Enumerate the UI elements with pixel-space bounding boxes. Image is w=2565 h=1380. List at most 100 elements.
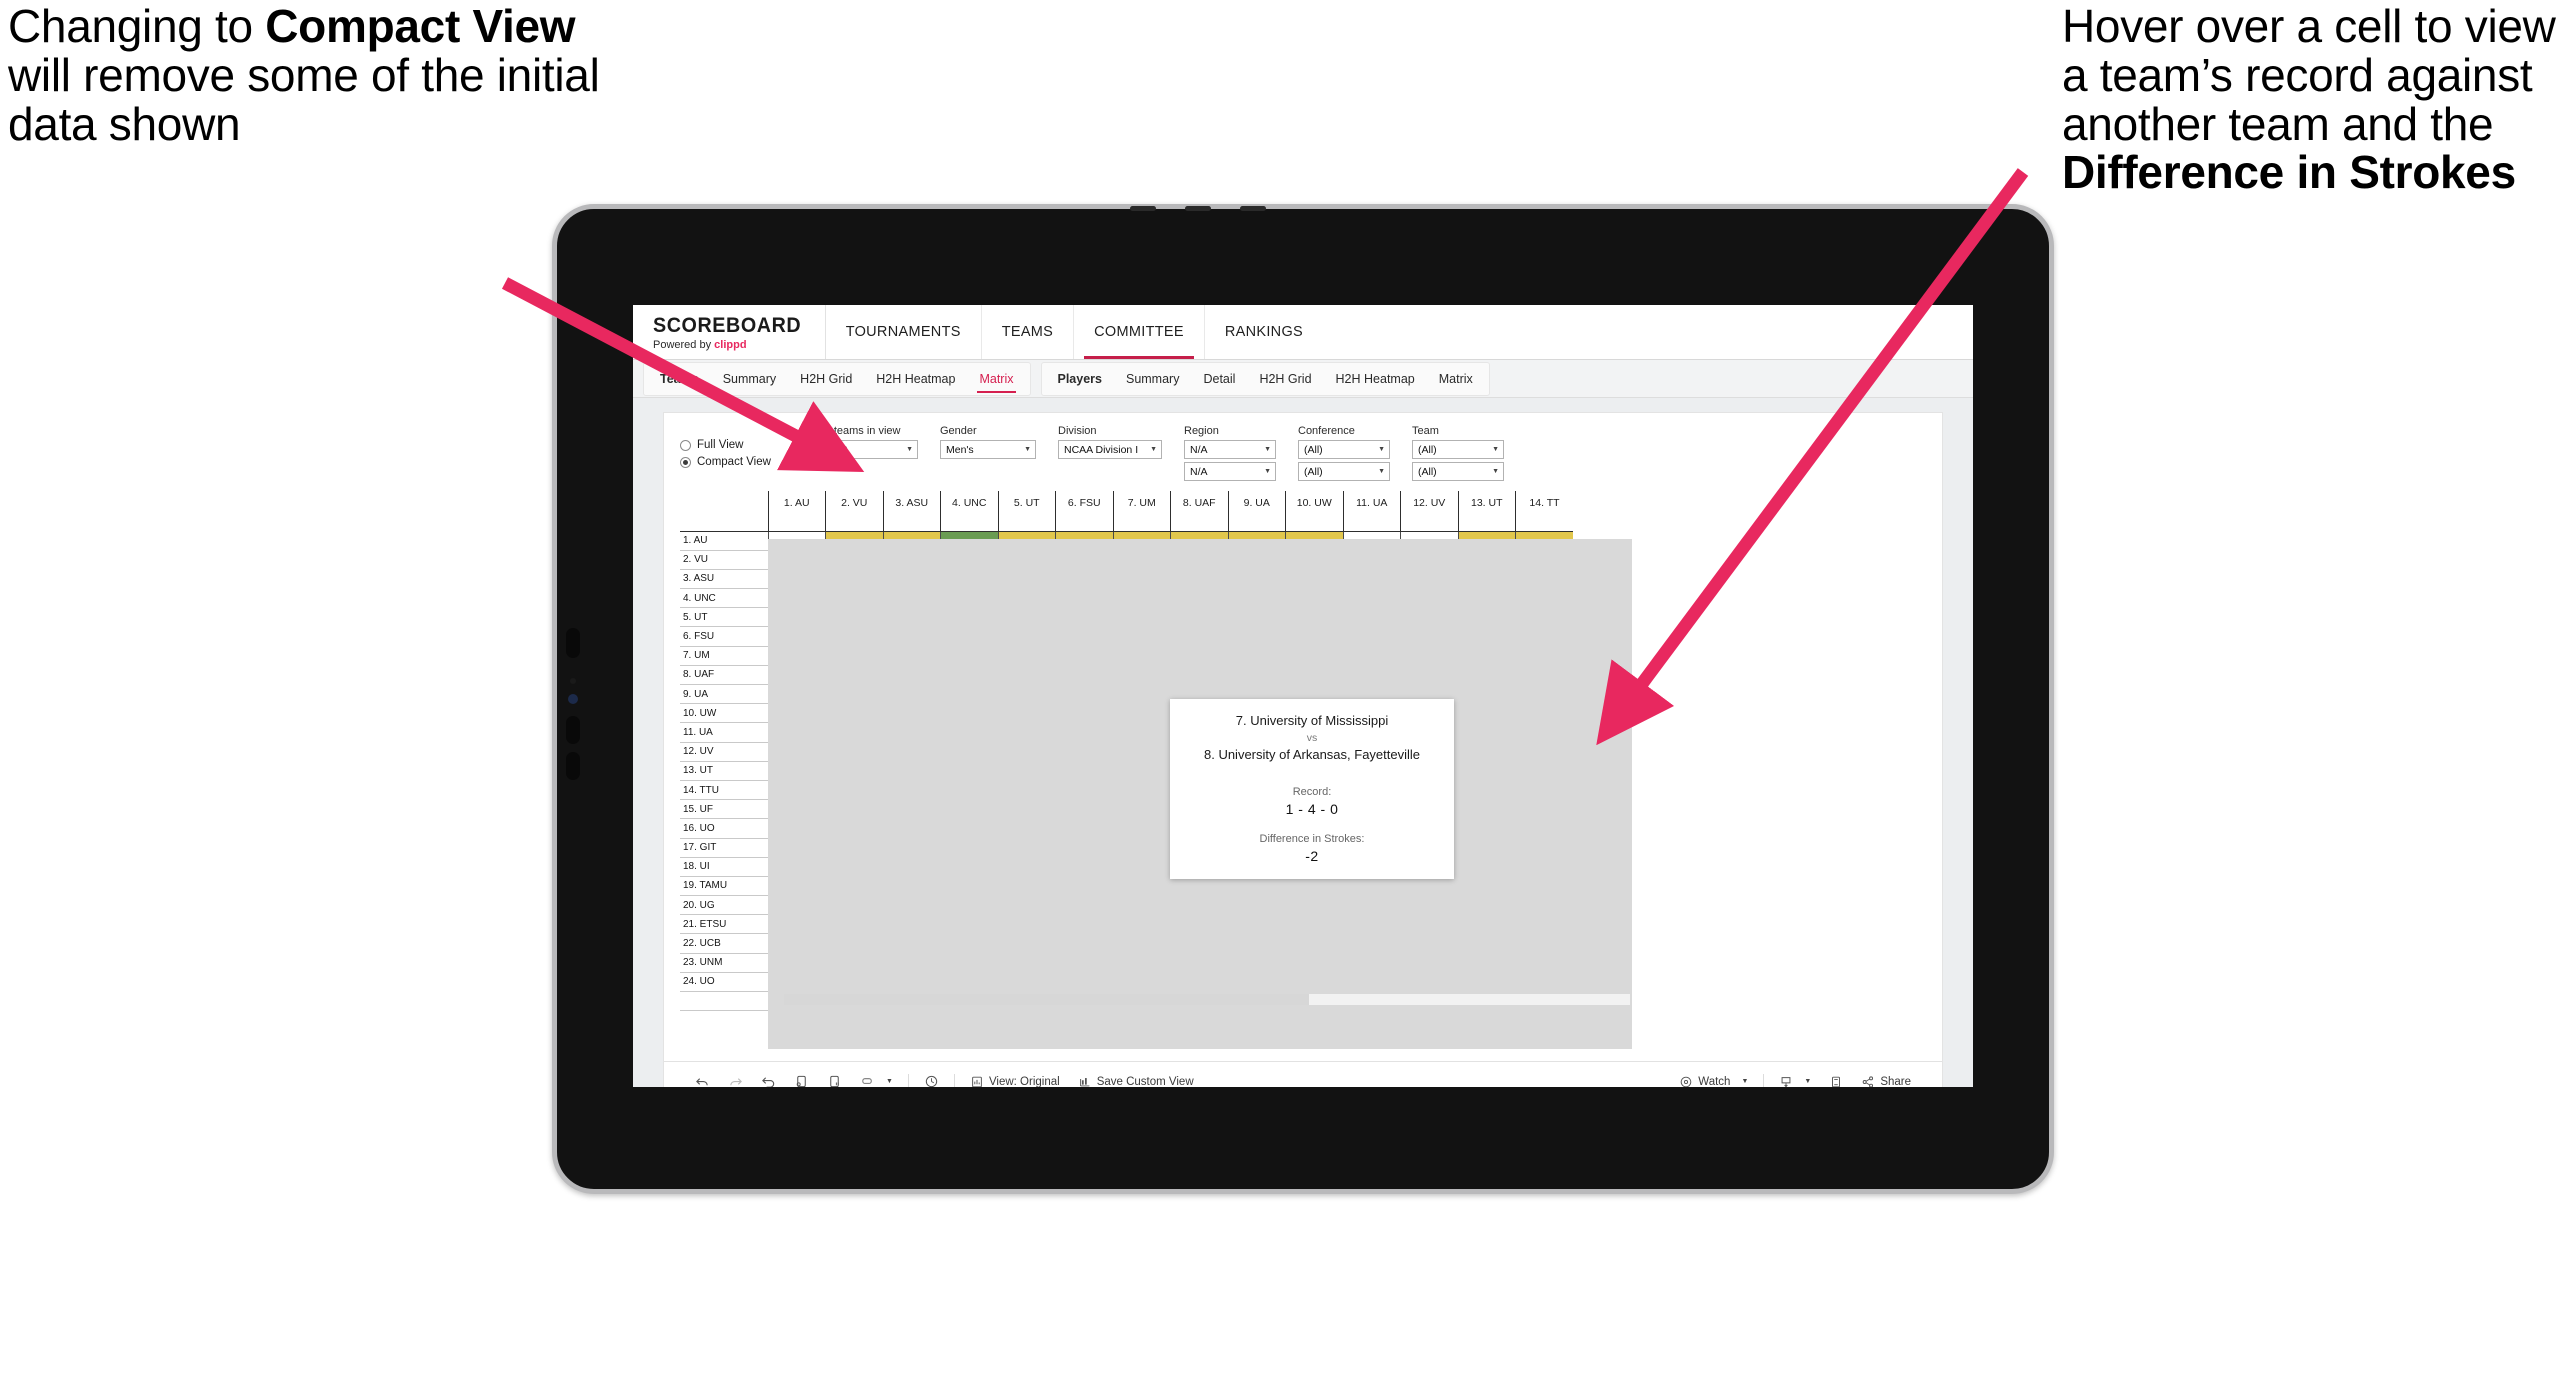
matrix-row-header[interactable]: 11. UA xyxy=(680,722,768,743)
select-value-team-2: (All) xyxy=(1418,465,1437,478)
matrix-column-header[interactable]: 13. UT xyxy=(1457,491,1516,532)
topnav-item-committee[interactable]: COMMITTEE xyxy=(1074,305,1205,359)
topnav-item-tournaments[interactable]: TOURNAMENTS xyxy=(826,305,982,359)
select-conference-1[interactable]: (All) ▼ xyxy=(1298,440,1390,459)
chevron-down-icon: ▼ xyxy=(906,446,913,453)
select-team-2[interactable]: (All) ▼ xyxy=(1412,462,1504,481)
matrix-row-header[interactable]: 1. AU xyxy=(680,531,768,551)
matrix-row-header[interactable]: 2. VU xyxy=(680,550,768,570)
undo-button[interactable] xyxy=(686,1074,719,1087)
matrix-grid-area: 1. AU 2. VU 3. ASU 4. UNC 5. UT 6. FSU 7. UM 8.… xyxy=(680,491,1934,1049)
matrix-row-header[interactable]: 4. UNC xyxy=(680,588,768,609)
visualization-wrapper: Full View Compact View Max teams in view… xyxy=(633,398,1973,1087)
radio-icon-compact-view[interactable] xyxy=(680,456,691,468)
subnav-item-teams-matrix[interactable]: Matrix xyxy=(967,363,1025,395)
matrix-row-header[interactable]: 22. UCB xyxy=(680,933,768,954)
tablet-speaker-3 xyxy=(1240,206,1266,211)
matrix-row-header[interactable]: 10. UW xyxy=(680,703,768,724)
matrix-column-header[interactable]: 1. AU xyxy=(767,491,826,532)
matrix-row-header[interactable]: 24. UO xyxy=(680,972,768,993)
matrix-column-header[interactable]: 5. UT xyxy=(997,491,1056,532)
radio-compact-view[interactable]: Compact View xyxy=(680,456,788,468)
radio-full-view[interactable]: Full View xyxy=(680,439,788,451)
matrix-row-header[interactable]: 19. TAMU xyxy=(680,876,768,897)
view-original-button[interactable]: View: Original xyxy=(961,1075,1069,1087)
matrix-row-header[interactable]: 6. FSU xyxy=(680,626,768,647)
refresh-button[interactable] xyxy=(785,1074,818,1087)
select-region-1[interactable]: N/A ▼ xyxy=(1184,440,1276,459)
fullscreen-button[interactable] xyxy=(1820,1075,1852,1088)
horizontal-scrollbar[interactable] xyxy=(784,994,1630,1005)
subnav-item-players-matrix[interactable]: Matrix xyxy=(1427,363,1485,395)
matrix-column-header[interactable]: 14. TT xyxy=(1515,491,1573,532)
subnav-label: Summary xyxy=(722,371,777,386)
matrix-row-header[interactable]: 8. UAF xyxy=(680,665,768,686)
select-conference-2[interactable]: (All) ▼ xyxy=(1298,462,1390,481)
save-custom-view-label: Save Custom View xyxy=(1096,1075,1194,1088)
select-max-teams[interactable]: Top 50 ▼ xyxy=(810,440,918,459)
select-division[interactable]: NCAA Division I ▼ xyxy=(1058,440,1162,459)
select-team-1[interactable]: (All) ▼ xyxy=(1412,440,1504,459)
tooltip-record-value: 1 - 4 - 0 xyxy=(1285,800,1339,817)
matrix-column-header[interactable]: 11. UA xyxy=(1342,491,1401,532)
topnav-item-teams[interactable]: TEAMS xyxy=(982,305,1075,359)
pause-autoupdate-button[interactable] xyxy=(915,1074,948,1087)
matrix-row-header[interactable]: 17. GIT xyxy=(680,838,768,858)
matrix-column-header[interactable]: 10. UW xyxy=(1285,491,1343,532)
view-mode-radio-group[interactable]: Full View Compact View xyxy=(680,425,788,468)
filter-conference: Conference (All) ▼ (All) ▼ xyxy=(1298,425,1390,481)
revert-button[interactable] xyxy=(752,1074,785,1087)
subnav-item-teams-summary[interactable]: Summary xyxy=(711,363,788,395)
topnav-item-rankings[interactable]: RANKINGS xyxy=(1205,305,1323,359)
matrix-row-header[interactable]: 14. TTU xyxy=(680,780,768,801)
matrix-column-header[interactable]: 8. UAF xyxy=(1170,491,1228,532)
radio-icon-full-view[interactable] xyxy=(680,439,691,451)
select-region-2[interactable]: N/A ▼ xyxy=(1184,462,1276,481)
subnav-item-players-detail[interactable]: Detail xyxy=(1191,363,1247,395)
matrix-column-header[interactable]: 7. UM xyxy=(1112,491,1171,532)
share-button[interactable]: Share xyxy=(1852,1075,1920,1087)
matrix-row-header[interactable]: 7. UM xyxy=(680,646,768,666)
matrix-column-header[interactable]: 2. VU xyxy=(825,491,883,532)
subnav-item-teams-h2h-grid[interactable]: H2H Grid xyxy=(788,363,864,395)
subnav-item-players-h2h-grid[interactable]: H2H Grid xyxy=(1247,363,1323,395)
matrix-row-header[interactable]: 23. UNM xyxy=(680,953,768,973)
download-button[interactable]: ▼ xyxy=(1770,1075,1820,1088)
scrollbar-thumb[interactable] xyxy=(784,994,1309,1005)
subnav-item-teams-h2h-heatmap[interactable]: H2H Heatmap xyxy=(864,363,967,395)
matrix-column-header[interactable]: 4. UNC xyxy=(940,491,998,532)
matrix-column-header[interactable]: 12. UV xyxy=(1400,491,1458,532)
matrix-row-header[interactable]: 3. ASU xyxy=(680,569,768,590)
filter-max-teams: Max teams in view Top 50 ▼ xyxy=(810,425,918,459)
matrix-row-header[interactable]: 18. UI xyxy=(680,857,768,877)
matrix-column-header[interactable]: 9. UA xyxy=(1227,491,1286,532)
matrix-column-header[interactable]: 6. FSU xyxy=(1055,491,1113,532)
matrix-row-header[interactable]: 13. UT xyxy=(680,761,768,781)
matrix-row-header[interactable]: 20. UG xyxy=(680,895,768,916)
watch-button[interactable]: Watch ▼ xyxy=(1670,1075,1757,1087)
highlight-dropdown-button[interactable]: ▼ xyxy=(851,1074,902,1087)
matrix-column-header[interactable]: 3. ASU xyxy=(882,491,941,532)
matrix-row-header[interactable]: 21. ETSU xyxy=(680,914,768,935)
tooltip-team-b: 8. University of Arkansas, Fayetteville xyxy=(1203,747,1421,763)
subnav-item-players[interactable]: Players xyxy=(1046,363,1114,395)
tooltip-strokes-value: -2 xyxy=(1305,847,1319,864)
subnav-item-players-h2h-heatmap[interactable]: H2H Heatmap xyxy=(1324,363,1427,395)
save-custom-view-button[interactable]: Save Custom View xyxy=(1069,1075,1203,1088)
annotation-left-part2: will remove some of the initial data sho… xyxy=(8,48,600,150)
select-gender[interactable]: Men's ▼ xyxy=(940,440,1036,459)
matrix-row-header[interactable]: 9. UA xyxy=(680,684,768,705)
subnav-label: Matrix xyxy=(979,371,1014,386)
matrix-row-header[interactable]: 15. UF xyxy=(680,799,768,820)
redo-button[interactable] xyxy=(719,1074,752,1087)
subnav-item-teams[interactable]: Teams xyxy=(648,363,711,395)
matrix-row-header[interactable]: 5. UT xyxy=(680,607,768,628)
chevron-down-icon: ▼ xyxy=(1378,446,1385,453)
subnav-label: Matrix xyxy=(1438,371,1473,386)
pause-button[interactable] xyxy=(818,1074,851,1087)
matrix-row-header[interactable]: 12. UV xyxy=(680,742,768,762)
matrix-row-header[interactable]: 16. UO xyxy=(680,818,768,839)
subnav-item-players-summary[interactable]: Summary xyxy=(1114,363,1191,395)
brand-logo[interactable]: SCOREBOARD Powered by clippd xyxy=(633,305,826,359)
chevron-down-icon: ▼ xyxy=(1378,468,1385,475)
